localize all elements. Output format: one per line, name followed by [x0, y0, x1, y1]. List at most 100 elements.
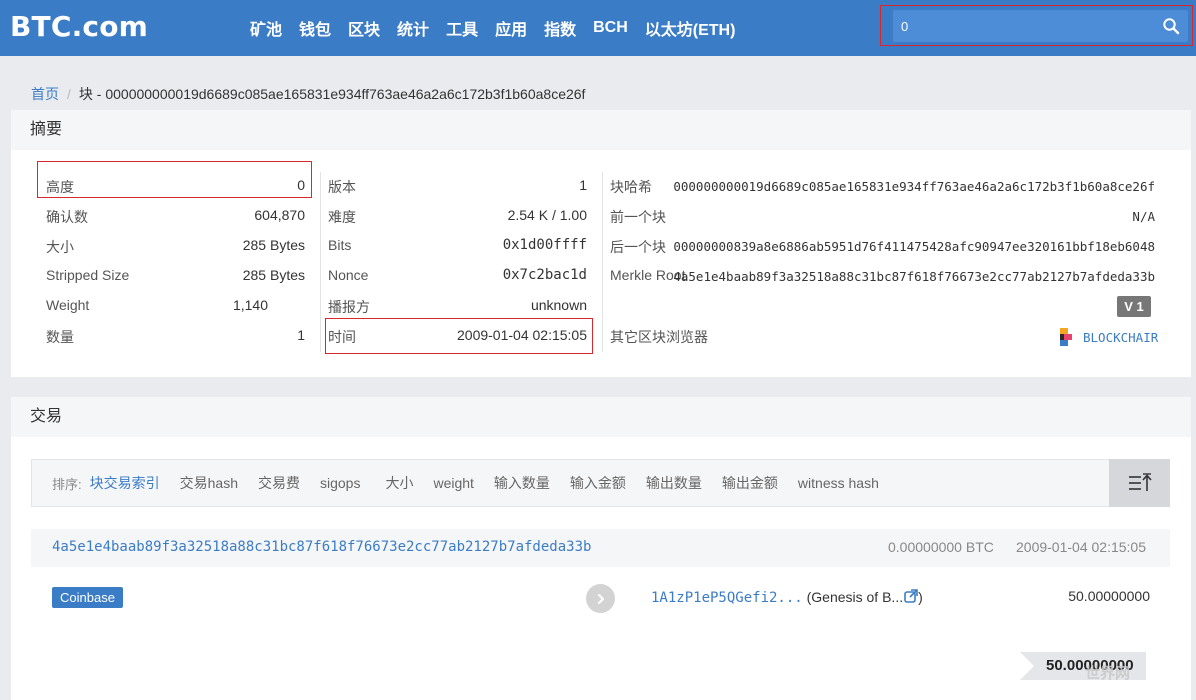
nonce-label: Nonce: [328, 267, 369, 283]
nonce-value: 0x7c2bac1d: [502, 267, 587, 283]
bits-label: Bits: [328, 237, 352, 253]
version-value: 1: [579, 177, 587, 193]
output-address-tag-close: ): [918, 589, 923, 605]
sort-order-icon: [1128, 473, 1152, 491]
breadcrumb-current: 块 - 000000000019d6689c085ae165831e934ff7…: [78, 86, 586, 102]
sort-order-button[interactable]: [1109, 459, 1170, 507]
block-hash-link[interactable]: 000000000019d6689c085ae165831e934ff763ae…: [673, 179, 1155, 194]
summary-row-weight: Weight 1,140: [46, 297, 268, 319]
tx-count-value: 1: [297, 327, 305, 343]
confirmations-value: 604,870: [254, 207, 305, 223]
column-divider: [602, 172, 603, 352]
tx-fee: 0.00000000 BTC: [888, 539, 994, 555]
prev-block-label: 前一个块: [610, 209, 666, 225]
nav-item-apps[interactable]: 应用: [495, 16, 527, 40]
stripped-size-label: Stripped Size: [46, 267, 130, 283]
summary-row-size: 大小 285 Bytes: [46, 237, 305, 259]
prev-block-value: N/A: [1132, 209, 1155, 224]
sort-by-witness-hash[interactable]: witness hash: [798, 475, 879, 491]
next-block-link[interactable]: 00000000839a8e6886ab5951d76f411475428afc…: [673, 239, 1155, 254]
transactions-title: 交易: [11, 397, 1191, 437]
merkle-root-value: 4a5e1e4baab89f3a32518a88c31bc87f618f7667…: [673, 269, 1155, 284]
tx-output: 1A1zP1eP5QGefi2... (Genesis of B... ): [651, 589, 923, 606]
block-hash-label: 块哈希: [610, 179, 652, 195]
watermark: 世界网: [1085, 665, 1131, 682]
summary-row-version: 版本 1: [328, 177, 587, 199]
sort-options: 排序: 块交易索引 交易hash 交易费 sigops 大小 weight 输入…: [52, 460, 899, 506]
confirmations-label: 确认数: [46, 209, 88, 225]
nav-item-pool[interactable]: 矿池: [250, 16, 282, 40]
sort-by-input-amount[interactable]: 输入金额: [570, 473, 626, 493]
summary-row-nonce: Nonce 0x7c2bac1d: [328, 267, 587, 289]
summary-row-stripped-size: Stripped Size 285 Bytes: [46, 267, 305, 289]
breadcrumb: 首页 / 块 - 000000000019d6689c085ae165831e934…: [31, 84, 585, 104]
blockchair-label: BLOCKCHAIR: [1083, 329, 1159, 345]
summary-row-other-explorers: 其它区块浏览器: [610, 327, 760, 349]
version-label: 版本: [328, 179, 356, 195]
search-icon[interactable]: [1162, 17, 1180, 35]
external-link-icon[interactable]: [904, 589, 918, 603]
difficulty-label: 难度: [328, 209, 356, 225]
search-box: [893, 10, 1188, 42]
difficulty-value: 2.54 K / 1.00: [507, 207, 587, 223]
summary-row-difficulty: 难度 2.54 K / 1.00: [328, 207, 587, 229]
other-explorers-label: 其它区块浏览器: [610, 329, 708, 345]
size-label: 大小: [46, 239, 74, 255]
output-address-link[interactable]: 1A1zP1eP5QGefi2...: [651, 590, 803, 606]
sort-by-size[interactable]: 大小: [385, 473, 413, 493]
summary-title: 摘要: [11, 110, 1191, 150]
time-highlight-box: [325, 318, 593, 354]
version-badge: V 1: [1117, 296, 1151, 317]
blockchair-logo-icon: [1060, 328, 1072, 346]
tx-time: 2009-01-04 02:15:05: [1016, 539, 1146, 555]
summary-row-block-hash: 块哈希 000000000019d6689c085ae165831e934ff7…: [610, 177, 1155, 199]
sort-by-tx-hash[interactable]: 交易hash: [180, 473, 238, 493]
nav-item-wallet[interactable]: 钱包: [299, 16, 331, 40]
sort-by-output-count[interactable]: 输出数量: [646, 473, 702, 493]
sort-by-sigops[interactable]: sigops: [320, 475, 360, 491]
summary-row-tx-count: 数量 1: [46, 327, 305, 349]
nav-item-stats[interactable]: 统计: [397, 16, 429, 40]
nav-item-bch[interactable]: BCH: [593, 19, 628, 37]
sort-by-block-index[interactable]: 块交易索引: [90, 473, 160, 493]
summary-row-prev-block: 前一个块 N/A: [610, 207, 1155, 229]
column-divider: [320, 172, 321, 352]
summary-row-relayed-by: 播报方 unknown: [328, 297, 587, 319]
size-value: 285 Bytes: [242, 237, 305, 253]
stripped-size-value: 285 Bytes: [242, 267, 305, 283]
nav-item-blocks[interactable]: 区块: [348, 16, 380, 40]
search-input[interactable]: [893, 10, 1153, 42]
summary-row-merkle-root: Merkle Root 4a5e1e4baab89f3a32518a88c31b…: [610, 267, 1155, 289]
nav-item-index[interactable]: 指数: [544, 16, 576, 40]
nav-item-tools[interactable]: 工具: [446, 16, 478, 40]
main-nav: 矿池 钱包 区块 统计 工具 应用 指数 BCH 以太坊(ETH): [250, 0, 752, 56]
summary-row-next-block: 后一个块 00000000839a8e6886ab5951d76f4114754…: [610, 237, 1155, 259]
sort-by-output-amount[interactable]: 输出金额: [722, 473, 778, 493]
tx-body-row: Coinbase 1A1zP1eP5QGefi2... (Genesis of …: [31, 567, 1170, 627]
summary-row-bits: Bits 0x1d00ffff: [328, 237, 587, 259]
weight-value: 1,140: [232, 297, 268, 313]
relayed-by-link[interactable]: unknown: [531, 297, 587, 313]
bits-value: 0x1d00ffff: [502, 237, 587, 253]
breadcrumb-home[interactable]: 首页: [31, 86, 59, 102]
height-highlight-box: [37, 161, 312, 198]
sort-by-fee[interactable]: 交易费: [258, 473, 300, 493]
sort-by-weight[interactable]: weight: [433, 475, 473, 491]
summary-row-confirmations: 确认数 604,870: [46, 207, 305, 229]
sort-by-input-count[interactable]: 输入数量: [494, 473, 550, 493]
next-block-label: 后一个块: [610, 239, 666, 255]
top-navbar: BTC.com 矿池 钱包 区块 统计 工具 应用 指数 BCH 以太坊(ETH…: [0, 0, 1196, 56]
breadcrumb-separator: /: [67, 86, 71, 102]
weight-label: Weight: [46, 297, 90, 313]
tx-count-label: 数量: [46, 329, 74, 345]
sort-prefix: 排序:: [52, 476, 82, 492]
sort-bar: 排序: 块交易索引 交易hash 交易费 sigops 大小 weight 输入…: [31, 459, 1170, 507]
output-address-tag: (Genesis of B...: [806, 589, 904, 605]
tx-header-row: 4a5e1e4baab89f3a32518a88c31bc87f618f7667…: [31, 529, 1170, 567]
nav-item-eth[interactable]: 以太坊(ETH): [645, 16, 736, 40]
tx-hash-link[interactable]: 4a5e1e4baab89f3a32518a88c31bc87f618f7667…: [52, 539, 591, 555]
output-amount: 50.00000000: [1068, 588, 1150, 604]
logo[interactable]: BTC.com: [10, 10, 148, 43]
tx-flow-arrow-icon: [586, 584, 615, 613]
blockchair-link[interactable]: BLOCKCHAIR: [1057, 327, 1158, 347]
